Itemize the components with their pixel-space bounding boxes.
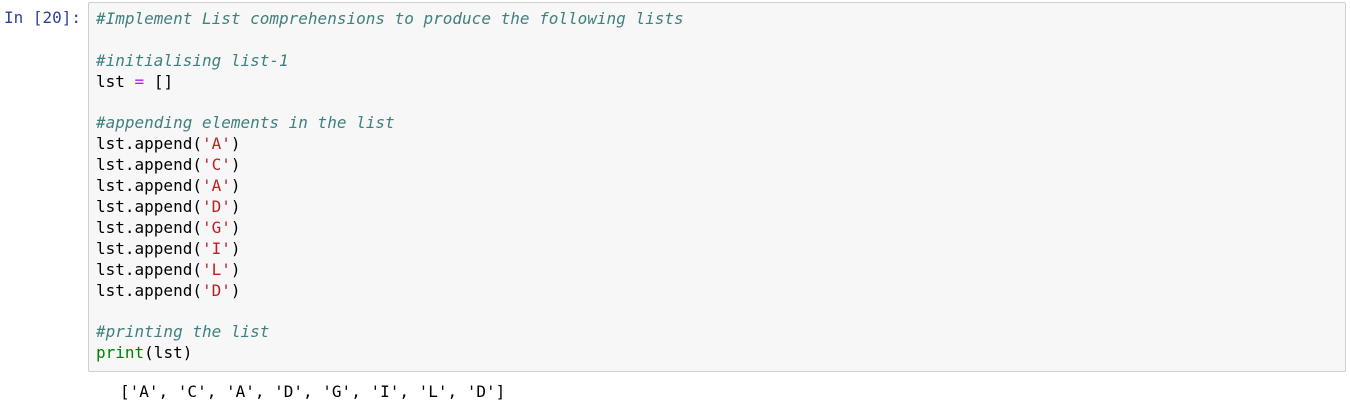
code-call: lst.append( [96,134,202,154]
code-string: 'C' [201,155,231,175]
code-comment: #Implement List comprehensions to produc… [96,9,684,28]
code-paren: ) [230,259,241,279]
code-string: 'G' [201,217,231,237]
code-call: lst.append( [96,259,202,279]
code-line: #initialising list-1 [96,51,684,72]
code-paren: ) [230,197,241,217]
code-block: #Implement List comprehensions to produc… [96,9,684,364]
code-paren: ) [230,134,241,154]
code-call: lst.append( [96,176,202,196]
code-line: #printing the list [96,322,684,343]
code-string: 'D' [201,197,231,217]
code-args: (lst) [144,343,193,363]
code-call: lst.append( [96,155,202,175]
code-comment: #printing the list [96,322,270,342]
code-line: print(lst) [96,343,684,364]
code-paren: ) [230,176,241,196]
code-string: 'D' [201,280,231,300]
code-literal: [] [153,71,174,91]
code-builtin: print [96,343,145,363]
code-line: #appending elements in the list [96,113,684,134]
code-operator: = [134,71,145,91]
code-line: lst.append('A') [96,176,684,197]
code-paren: ) [230,217,241,237]
code-comment: #appending elements in the list [96,113,395,133]
code-line: lst.append('D') [96,281,684,302]
code-call: lst.append( [96,238,202,258]
code-string: 'A' [201,176,231,196]
code-paren: ) [230,280,241,300]
code-line: lst.append('I') [96,239,684,260]
code-line: lst.append('A') [96,134,684,155]
code-variable: lst [96,71,125,91]
code-string: 'A' [201,134,231,154]
code-call: lst.append( [96,280,202,300]
code-call: lst.append( [96,217,202,237]
code-line: lst.append('G') [96,218,684,239]
cell-output: ['A', 'C', 'A', 'D', 'G', 'I', 'L', 'D'] [120,382,506,401]
code-paren: ) [230,238,241,258]
code-paren: ) [230,155,241,175]
code-string: 'L' [201,259,231,279]
code-line: lst = [] [96,72,684,93]
code-comment: #initialising list-1 [96,50,289,70]
code-line: #Implement List comprehensions to produc… [96,9,684,30]
code-call: lst.append( [96,197,202,217]
code-line: lst.append('D') [96,197,684,218]
code-line: lst.append('L') [96,260,684,281]
code-editor[interactable]: #Implement List comprehensions to produc… [88,2,1346,372]
code-line: lst.append('C') [96,155,684,176]
code-string: 'I' [201,238,231,258]
input-prompt: In [20]: [4,8,82,27]
